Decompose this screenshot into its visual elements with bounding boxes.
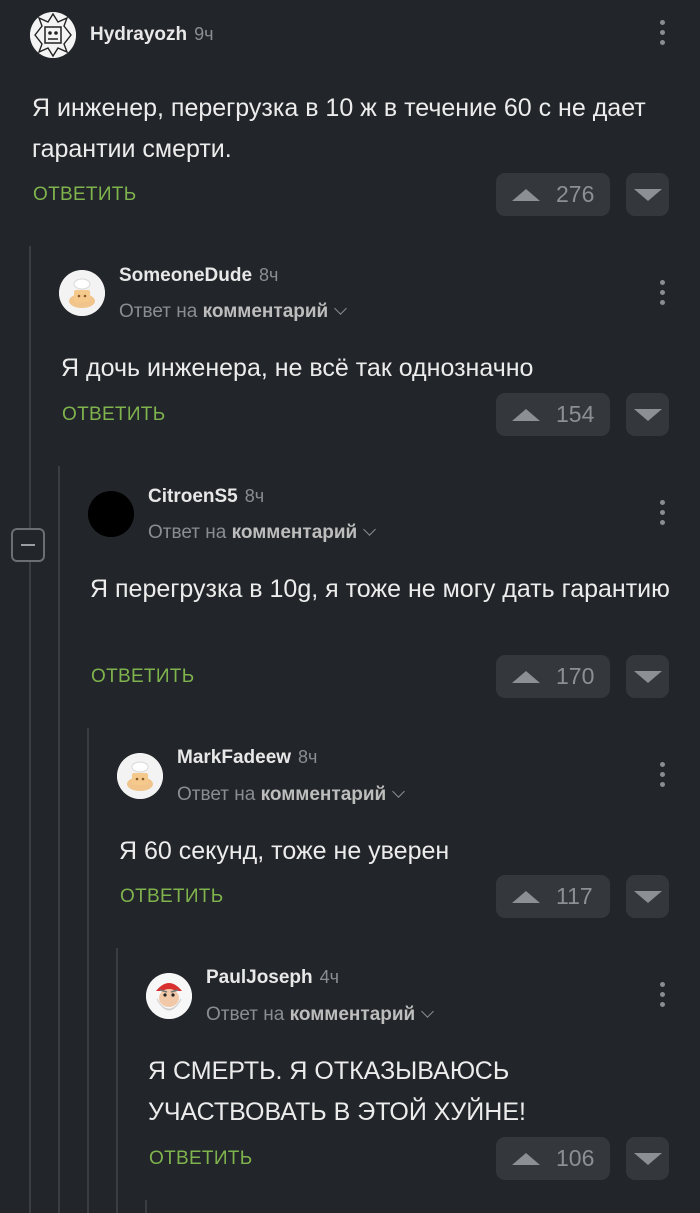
upvote-button[interactable]: 170	[496, 655, 610, 698]
avatar[interactable]	[117, 753, 163, 799]
downvote-button[interactable]	[626, 393, 669, 436]
reply-to-link[interactable]: Ответ на комментарий	[119, 301, 348, 323]
minus-icon	[21, 544, 35, 546]
reply-to-link[interactable]: Ответ на комментарий	[177, 784, 406, 806]
reply-button[interactable]: ОТВЕТИТЬ	[33, 184, 136, 206]
upvote-button[interactable]: 106	[496, 1137, 610, 1180]
sketch-face-avatar-icon	[30, 12, 76, 58]
username[interactable]: CitroenS5 8ч	[148, 486, 264, 508]
rating-count: 276	[556, 181, 595, 207]
thread-line	[87, 728, 89, 1213]
thread-line	[116, 948, 118, 1213]
username[interactable]: SomeoneDude 8ч	[119, 265, 278, 287]
thread-line	[58, 466, 60, 1213]
default-pikabu-avatar-icon	[117, 753, 163, 799]
downvote-button[interactable]	[626, 173, 669, 216]
downvote-button[interactable]	[626, 875, 669, 918]
black-circle-avatar-icon	[88, 491, 134, 537]
downvote-button[interactable]	[626, 1137, 669, 1180]
comment-text: Я 60 секунд, тоже не уверен	[119, 837, 450, 865]
thread-line	[145, 1200, 147, 1213]
reply-button[interactable]: ОТВЕТИТЬ	[120, 886, 223, 908]
reply-button[interactable]: ОТВЕТИТЬ	[62, 404, 165, 426]
upvote-icon	[512, 408, 540, 421]
comment-time: 8ч	[259, 265, 279, 285]
chevron-down-icon	[392, 785, 406, 798]
comment-text: Я СМЕРТЬ. Я ОТКАЗЫВАЮСЬ УЧАСТВОВАТЬ В ЭТ…	[148, 1057, 526, 1126]
chevron-down-icon	[421, 1005, 435, 1018]
downvote-icon	[633, 670, 662, 683]
comment-text: Я инженер, перегрузка в 10 ж в течение 6…	[32, 94, 646, 163]
chevron-down-icon	[334, 302, 348, 315]
more-options-icon[interactable]	[658, 982, 666, 1007]
comment-time: 9ч	[194, 24, 214, 44]
username[interactable]: Hydrayozh 9ч	[90, 24, 214, 46]
more-options-icon[interactable]	[658, 762, 666, 787]
upvote-button[interactable]: 276	[496, 173, 610, 216]
downvote-icon	[633, 1152, 662, 1165]
reply-to-link[interactable]: Ответ на комментарий	[148, 522, 377, 544]
username[interactable]: PaulJoseph 4ч	[206, 967, 339, 989]
rating-count: 106	[556, 1145, 595, 1171]
downvote-button[interactable]	[626, 655, 669, 698]
comment-time: 8ч	[244, 486, 265, 506]
upvote-icon	[512, 188, 540, 201]
rating-count: 154	[556, 401, 595, 427]
comment-text: Я перегрузка в 10g, я тоже не могу дать …	[90, 575, 670, 603]
chevron-down-icon	[363, 523, 377, 536]
upvote-button[interactable]: 117	[496, 875, 610, 918]
reply-button[interactable]: ОТВЕТИТЬ	[91, 666, 194, 688]
more-options-icon[interactable]	[658, 280, 666, 305]
comment-time: 8ч	[298, 747, 318, 767]
thread-line	[29, 246, 31, 1213]
rating-count: 170	[556, 663, 595, 689]
avatar[interactable]	[146, 973, 192, 1019]
avatar[interactable]	[88, 491, 134, 537]
username[interactable]: MarkFadeew 8ч	[177, 747, 317, 769]
reply-to-link[interactable]: Ответ на комментарий	[206, 1004, 435, 1026]
rating-count: 117	[556, 883, 593, 909]
upvote-button[interactable]: 154	[496, 393, 610, 436]
upvote-icon	[512, 670, 540, 683]
reply-button[interactable]: ОТВЕТИТЬ	[149, 1148, 252, 1170]
more-options-icon[interactable]	[658, 20, 666, 45]
downvote-icon	[633, 188, 662, 201]
comment-text: Я дочь инженера, не всё так однозначно	[61, 354, 534, 382]
old-man-cartoon-avatar-icon	[146, 973, 192, 1019]
avatar[interactable]	[59, 270, 105, 316]
downvote-icon	[633, 890, 662, 903]
avatar[interactable]	[30, 12, 76, 58]
upvote-icon	[512, 1152, 540, 1165]
default-pikabu-avatar-icon	[59, 270, 105, 316]
downvote-icon	[633, 408, 662, 421]
more-options-icon[interactable]	[658, 500, 666, 525]
upvote-icon	[512, 890, 540, 903]
comment-time: 4ч	[319, 967, 340, 987]
collapse-thread-button[interactable]	[11, 528, 45, 562]
